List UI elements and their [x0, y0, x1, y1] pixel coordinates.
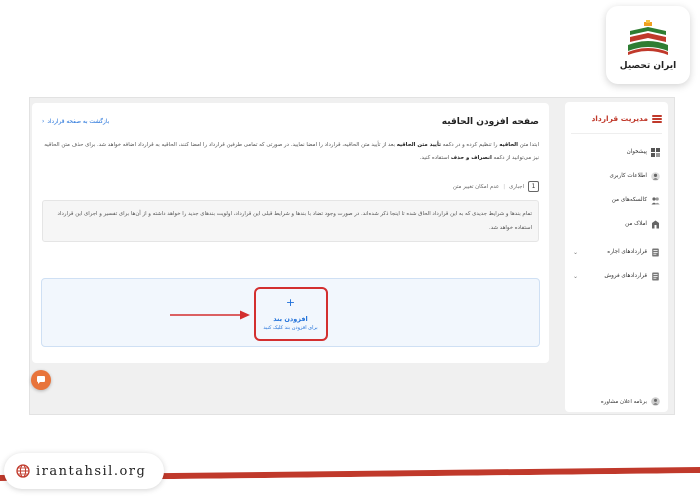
sidebar-item-label: اطلاعات کاربری: [609, 173, 647, 179]
back-link-label: بازگشت به صفحه قرارداد: [47, 119, 110, 125]
app-window: مدیریت قرارداد پیشخوان اطلاعات کاربری کا…: [29, 97, 675, 415]
sidebar-divider: [571, 133, 662, 134]
intro-bold: انصراف و حذف: [450, 155, 492, 161]
add-clause-subtitle: برای افزودن بند کلیک کنید: [263, 325, 318, 331]
sidebar-footer-label: برنامه اعلان مشاوره: [600, 398, 647, 405]
main-header: صفحه افزودن الحاقیه بازگشت به صفحه قرارد…: [32, 103, 549, 127]
page-title: صفحه افزودن الحاقیه: [441, 117, 539, 127]
sidebar-item-sales-contracts[interactable]: قراردادهای فروش ⌄: [565, 264, 668, 288]
sidebar-item-label: کالسکه‌های من: [611, 197, 647, 203]
intro-part: ابتدا متن: [518, 142, 539, 148]
sidebar-item-label: قراردادهای فروش: [604, 273, 647, 279]
chat-button[interactable]: [31, 370, 51, 390]
chevron-down-icon[interactable]: ⌄: [573, 249, 578, 256]
sidebar-header: مدیریت قرارداد: [565, 102, 668, 133]
clause-note: عدم امکان تغییر متن: [452, 183, 500, 190]
chat-icon: [37, 376, 45, 384]
sidebar-item-my-people[interactable]: کالسکه‌های من: [565, 188, 668, 212]
brand-name: ایران تحصیل: [619, 61, 677, 71]
chevron-down-icon[interactable]: ⌄: [573, 273, 578, 280]
sidebar-item-my-properties[interactable]: املاک من: [565, 212, 668, 236]
sidebar: مدیریت قرارداد پیشخوان اطلاعات کاربری کا…: [565, 102, 668, 412]
chevron-left-icon: ‹: [42, 119, 45, 125]
add-clause-title: افزودن بند: [273, 315, 308, 323]
website-badge: irantahsil.org: [4, 453, 164, 489]
intro-part: استفاده کنید.: [419, 155, 451, 161]
brand-logo-icon: [628, 20, 668, 55]
sidebar-footer[interactable]: برنامه اعلان مشاوره: [601, 397, 660, 406]
add-clause-button[interactable]: + افزودن بند برای افزودن بند کلیک کنید: [253, 287, 328, 341]
sidebar-title: مدیریت قرارداد: [591, 114, 648, 123]
globe-icon: [16, 464, 30, 478]
sidebar-item-label: پیشخوان: [626, 149, 647, 155]
clause-text: تمام بندها و شرایط جدیدی که به این قرارد…: [57, 211, 532, 231]
sidebar-item-rental-contracts[interactable]: قراردادهای اجاره ⌄: [565, 240, 668, 264]
hamburger-icon[interactable]: [652, 114, 662, 123]
clause-number: 1: [528, 181, 539, 192]
building-icon: [651, 220, 660, 229]
clause-type: اجباری: [509, 183, 524, 190]
plus-icon: +: [285, 296, 296, 309]
intro-bold: تأیید متن الحاقیه: [396, 142, 441, 148]
clause-header: 1 اجباری | عدم امکان تغییر متن: [42, 181, 539, 192]
add-clause-area: + افزودن بند برای افزودن بند کلیک کنید: [41, 278, 540, 347]
main-content: صفحه افزودن الحاقیه بازگشت به صفحه قرارد…: [32, 103, 549, 363]
sidebar-item-user-info[interactable]: اطلاعات کاربری: [565, 164, 668, 188]
intro-part: را تنظیم کرده و در دکمه: [441, 142, 500, 148]
support-icon: [651, 397, 660, 406]
clause-separator: |: [503, 183, 506, 190]
people-icon: [651, 196, 660, 205]
back-to-contract-link[interactable]: بازگشت به صفحه قرارداد ‹: [42, 119, 109, 125]
intro-bold: الحاقیه: [499, 142, 518, 148]
dashboard-icon: [651, 147, 660, 157]
sidebar-item-label: املاک من: [625, 221, 647, 227]
sidebar-item-label: قراردادهای اجاره: [607, 249, 647, 255]
user-icon: [651, 171, 660, 181]
sidebar-item-dashboard[interactable]: پیشخوان: [565, 140, 668, 164]
document-icon: [651, 272, 660, 281]
intro-text: ابتدا متن الحاقیه را تنظیم کرده و در دکم…: [42, 139, 539, 165]
arrow-right-icon: [170, 310, 250, 320]
website-url: irantahsil.org: [36, 463, 147, 479]
brand-logo-card: ایران تحصیل: [606, 6, 690, 84]
clause-text-box: تمام بندها و شرایط جدیدی که به این قرارد…: [42, 200, 539, 242]
document-icon: [651, 248, 660, 257]
